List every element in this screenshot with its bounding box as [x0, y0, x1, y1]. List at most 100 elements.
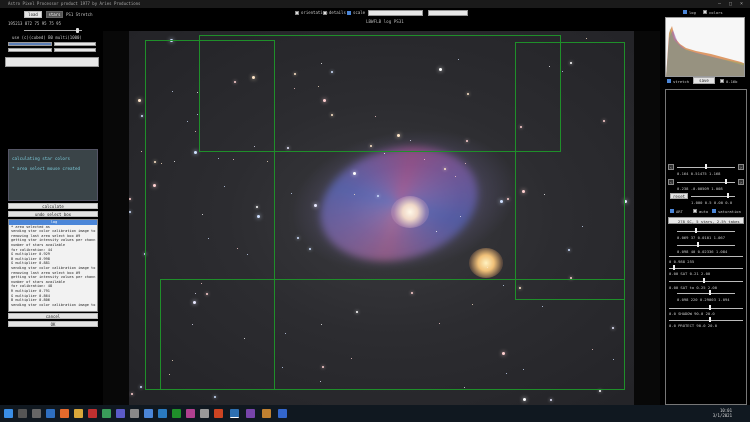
row2-values: 0.238 -0.00509 1.008 [677, 186, 723, 191]
row10-slider-thumb[interactable] [709, 305, 711, 310]
saturation-label: saturation [718, 209, 741, 214]
stretch-checkbox[interactable] [667, 79, 671, 83]
title-bar: Astro Pixel Processor product 1977 by Ar… [0, 0, 750, 8]
ok-button[interactable]: OK [8, 321, 98, 327]
row2-left-step[interactable]: ‹ [668, 179, 674, 185]
star [130, 393, 133, 396]
row7-values: 0.00 SAT 0.21 2.00 [669, 271, 711, 276]
selection-box-2[interactable] [199, 35, 561, 152]
colors-checkbox[interactable] [703, 10, 707, 14]
app-icon-8[interactable] [186, 409, 195, 418]
art-checkbox[interactable] [670, 209, 674, 213]
star-mode-select[interactable]: 278 SC, 5 stars, 2.5% takes [668, 217, 744, 224]
field-right-1[interactable] [54, 42, 96, 46]
row7-slider-thumb[interactable] [673, 265, 675, 270]
row5-slider-thumb[interactable] [697, 242, 699, 247]
field-left-2[interactable] [8, 48, 52, 52]
app-icon-9[interactable] [200, 409, 209, 418]
row11-slider-thumb[interactable] [709, 317, 711, 322]
row6-slider-track[interactable] [669, 256, 743, 257]
image-viewer[interactable] [103, 31, 660, 405]
scale-checkbox[interactable] [347, 11, 351, 15]
row9-slider-track[interactable] [677, 293, 735, 294]
row9-slider-thumb[interactable] [709, 290, 711, 295]
search-icon[interactable] [18, 409, 27, 418]
row1-left-step[interactable]: ‹ [668, 164, 674, 170]
mode-label: use (c)(cubed) B0 multi(1000) [12, 35, 82, 40]
close-icon[interactable]: × [740, 1, 743, 7]
zoom-select[interactable] [368, 10, 423, 16]
star [140, 114, 143, 117]
selection-box-3[interactable] [515, 42, 625, 300]
progress-field [8, 42, 52, 46]
status-line-1: calculating star colors [12, 156, 70, 161]
maximize-icon[interactable]: □ [729, 1, 732, 7]
row2-right-step[interactable]: › [738, 179, 744, 185]
row5-slider-track[interactable] [677, 245, 735, 246]
app-icon-10[interactable] [214, 409, 223, 418]
row7-slider-track[interactable] [669, 268, 743, 269]
stretch-label: stretch [673, 79, 690, 84]
row1-slider-thumb[interactable] [705, 164, 707, 169]
top-slider-track[interactable] [24, 30, 82, 31]
star [585, 38, 587, 40]
row10-slider-track[interactable] [669, 308, 743, 309]
edge-icon[interactable] [46, 409, 55, 418]
astro-pixel-processor-taskbar-icon[interactable] [230, 409, 239, 418]
tab-load[interactable]: load [24, 11, 42, 18]
clock-date: 3/1/2021 [712, 413, 732, 418]
app-icon-13[interactable] [278, 409, 287, 418]
top-slider-thumb[interactable] [76, 28, 79, 33]
row8-slider-thumb[interactable] [703, 278, 705, 283]
calculate-button[interactable]: calculate [8, 203, 98, 209]
firefox-icon[interactable] [60, 409, 69, 418]
app-icon-1[interactable] [88, 409, 97, 418]
star [460, 215, 461, 217]
row4-slider-track[interactable] [677, 231, 735, 232]
field-right-2[interactable] [54, 48, 96, 52]
undo-select-box-button[interactable]: undo select box [8, 211, 98, 217]
row8-slider-track[interactable] [669, 281, 743, 282]
star [424, 158, 426, 160]
row11-slider-track[interactable] [669, 320, 743, 321]
minimize-icon[interactable]: – [718, 1, 721, 7]
taskbar-clock[interactable]: 10:01 3/1/2021 [713, 408, 732, 418]
tab-stars[interactable]: stars [46, 11, 63, 18]
task-view-icon[interactable] [32, 409, 41, 418]
save-histogram-button[interactable]: save [693, 77, 715, 84]
windows-start-icon[interactable] [4, 409, 13, 418]
star [352, 171, 356, 175]
app-icon-2[interactable] [102, 409, 111, 418]
astro-image[interactable] [129, 31, 634, 405]
app-icon-7[interactable] [172, 409, 181, 418]
app-icon-5[interactable] [144, 409, 153, 418]
wide-input[interactable] [5, 57, 99, 67]
saturation-checkbox[interactable] [712, 209, 716, 213]
orientation-checkbox[interactable] [295, 11, 299, 15]
bitdepth-checkbox[interactable] [720, 79, 724, 83]
app-icon-6[interactable] [158, 409, 167, 418]
auto-checkbox[interactable] [693, 209, 697, 213]
app-icon-4[interactable] [130, 409, 139, 418]
star-mode-value: 278 SC, 5 stars, 2.5% takes [678, 219, 740, 224]
details-checkbox[interactable] [323, 11, 327, 15]
row3-slider-thumb[interactable] [727, 193, 729, 198]
app-icon-11[interactable] [246, 409, 255, 418]
right-panel: log colors stretch save 0-16b ‹ › 0.164 … [665, 9, 747, 405]
row11-values: 0.0 PROTECT 90.0 20.0 [669, 323, 718, 328]
row6-values: 0 0.988 255 [669, 259, 695, 264]
app-icon-3[interactable] [116, 409, 125, 418]
row1-right-step[interactable]: › [738, 164, 744, 170]
reset-button[interactable]: reset [670, 193, 688, 199]
selection-box-4[interactable] [160, 279, 625, 390]
log-checkbox[interactable] [683, 10, 687, 14]
cancel-button[interactable]: cancel [8, 313, 98, 319]
view-select[interactable] [428, 10, 468, 16]
star [141, 150, 143, 152]
left-panel: load stars PS1 Stretch 195213 872 75 95 … [4, 9, 100, 405]
tab-stretch-label: PS1 Stretch [66, 12, 93, 17]
row2-slider-thumb[interactable] [725, 179, 727, 184]
file-explorer-icon[interactable] [74, 409, 83, 418]
app-icon-12[interactable] [262, 409, 271, 418]
row4-slider-thumb[interactable] [695, 228, 697, 233]
